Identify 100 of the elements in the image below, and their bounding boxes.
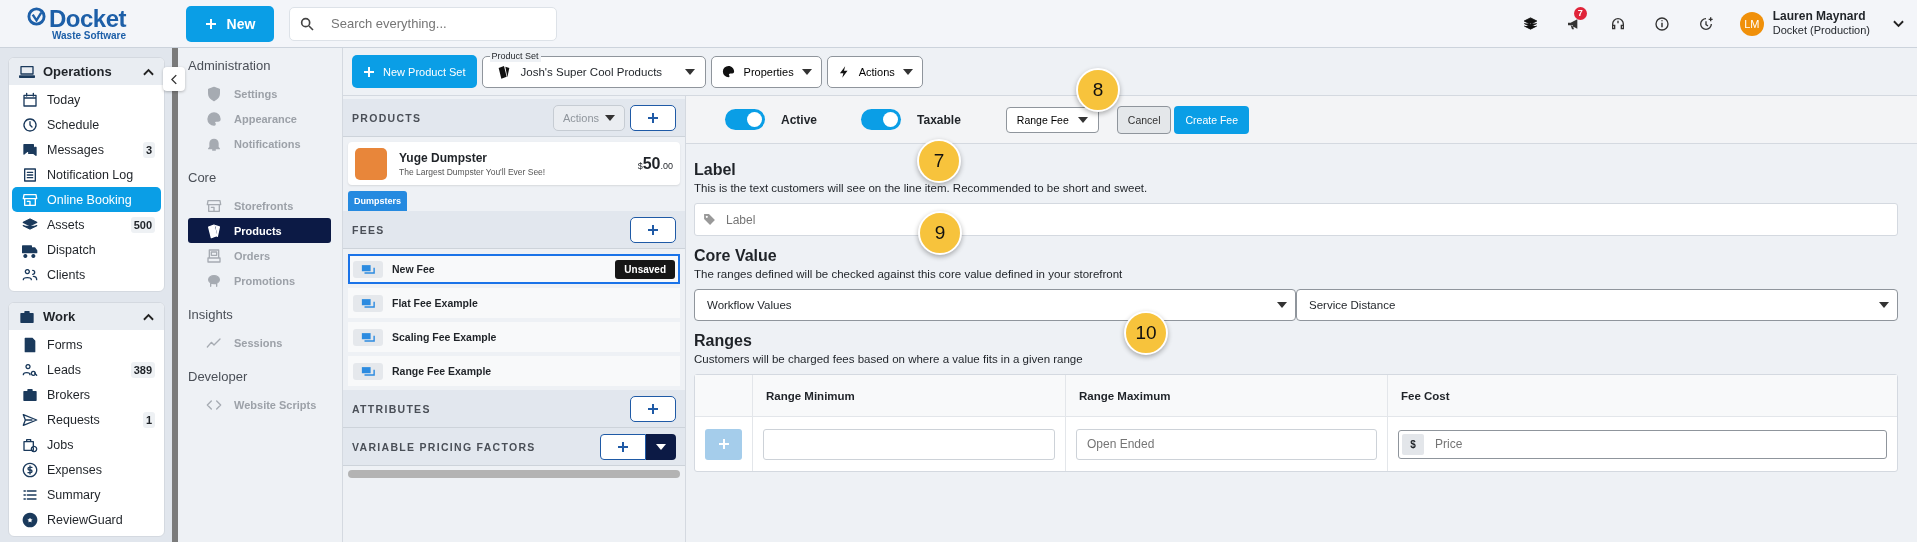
chevron-icon	[143, 67, 154, 76]
fee-item[interactable]: New Fee Unsaved	[348, 254, 680, 284]
nav-item[interactable]: Assets 500	[12, 212, 161, 237]
layers-icon[interactable]	[1522, 16, 1538, 31]
add-button[interactable]	[630, 395, 676, 422]
user-name: Lauren Maynard	[1772, 10, 1867, 25]
clock-icon	[22, 116, 38, 133]
product-description: The Largest Dumpster You'll Ever See!	[399, 166, 547, 177]
add-button[interactable]	[630, 216, 676, 243]
product-image-placeholder	[355, 147, 387, 180]
nav-item[interactable]: Brokers	[12, 382, 161, 407]
fee-item[interactable]: Flat Fee Example	[348, 288, 680, 318]
section-description: This is the text customers will see on the line item. Recommended to be short and sweet.	[694, 182, 1148, 194]
nav-item[interactable]: Dispatch	[12, 237, 161, 262]
add-button[interactable]	[630, 104, 676, 131]
column-header: Range Maximum	[1065, 375, 1387, 417]
chat-icon	[22, 141, 38, 158]
fee-type-dropdown[interactable]: Range Fee	[1005, 106, 1099, 133]
tag-icon	[703, 213, 716, 226]
calendar-icon	[22, 91, 38, 108]
palette-icon	[206, 110, 222, 127]
count-badge: 500	[130, 216, 155, 233]
info-icon[interactable]	[1653, 15, 1670, 32]
user-organization: Docket (Production)	[1772, 24, 1870, 37]
category-tag[interactable]: Dumpsters	[348, 191, 407, 211]
section-description: Customers will be charged fees based on where a value fits in a given range	[694, 353, 1083, 365]
nav-group-header[interactable]: Operations	[9, 58, 164, 85]
product-card[interactable]: Yuge Dumpster The Largest Dumpster You'll Ever See! $50.00	[348, 142, 680, 185]
layers-icon	[22, 216, 38, 233]
section-heading: Developer	[188, 369, 249, 384]
nav-item[interactable]: Today	[12, 87, 161, 112]
select-field[interactable]: Service Distance	[1296, 289, 1898, 321]
count-badge: 1	[142, 411, 155, 428]
count-badge: 389	[130, 361, 155, 378]
scrollbar[interactable]	[348, 470, 680, 478]
range-maximum-field[interactable]: Open Ended	[1076, 428, 1377, 460]
clock-plus-icon[interactable]	[1697, 15, 1714, 32]
case-clock-icon	[22, 436, 38, 453]
toggle-switch[interactable]	[861, 109, 902, 130]
step-marker: 7	[917, 139, 961, 183]
section-title: FEES	[352, 223, 386, 236]
search-field[interactable]: Search everything...	[289, 6, 557, 41]
avatar: LM	[1739, 11, 1764, 36]
section-heading: Administration	[188, 58, 272, 73]
add-button[interactable]	[600, 433, 646, 460]
plus-icon	[617, 440, 629, 453]
nav-item[interactable]: Jobs	[12, 432, 161, 457]
nav-item[interactable]: Summary	[12, 482, 161, 507]
cancel-button[interactable]: Cancel	[1116, 105, 1172, 134]
logo-name: Docket	[49, 6, 127, 31]
plus-icon	[204, 17, 217, 30]
collapse-button[interactable]	[163, 67, 185, 91]
caret-icon	[1077, 116, 1088, 123]
range-minimum-field[interactable]	[763, 428, 1055, 460]
fee-icon	[353, 362, 383, 380]
nav-item[interactable]: Forms	[12, 332, 161, 357]
dollar-icon	[22, 461, 38, 478]
toggle-switch[interactable]	[725, 109, 765, 130]
section-title: ATTRIBUTES	[352, 402, 432, 415]
nav-item[interactable]: ReviewGuard	[12, 507, 161, 532]
product-name: Yuge Dumpster	[399, 150, 489, 165]
nav-group-header[interactable]: Work	[9, 303, 164, 330]
nav-item[interactable]: Notification Log	[12, 162, 161, 187]
section-heading: Insights	[188, 307, 234, 322]
nav-item[interactable]: Messages 3	[12, 137, 161, 162]
properties-button[interactable]: Properties	[710, 55, 822, 88]
plus-icon	[647, 111, 659, 124]
nav-item[interactable]: Leads 389	[12, 357, 161, 382]
nav-item[interactable]: Clients	[12, 262, 161, 287]
select-field[interactable]: Workflow Values	[694, 289, 1296, 321]
nav-item[interactable]: Requests 1	[12, 407, 161, 432]
nav-item[interactable]: Expenses	[12, 457, 161, 482]
plus-icon	[363, 65, 375, 78]
nav-item[interactable]: Schedule	[12, 112, 161, 137]
send-icon	[22, 411, 38, 428]
fee-icon	[353, 260, 383, 278]
logo-tagline: Waste Software	[51, 30, 127, 41]
user-menu[interactable]: LM Lauren Maynard Docket (Production)	[1739, 10, 1904, 37]
store-icon	[22, 191, 38, 208]
dropdown-button[interactable]	[646, 433, 676, 460]
caret-icon	[684, 68, 695, 75]
settings-nav-item[interactable]: Products	[188, 218, 331, 243]
caret-icon	[1277, 302, 1287, 308]
caret-icon	[656, 443, 666, 450]
headset-icon[interactable]	[1609, 15, 1626, 32]
toggle-label: Active	[781, 112, 818, 127]
document-icon	[22, 336, 38, 353]
count-badge: 3	[142, 141, 155, 158]
status-badge: Unsaved	[615, 259, 675, 279]
star-icon	[22, 511, 38, 528]
fee-icon	[353, 328, 383, 346]
fee-item[interactable]: Range Fee Example	[348, 356, 680, 386]
caret-icon	[801, 68, 812, 75]
store-icon	[206, 197, 222, 214]
briefcase-icon	[19, 308, 35, 325]
fee-item[interactable]: Scaling Fee Example	[348, 322, 680, 352]
plus-icon	[647, 402, 659, 415]
actions-button[interactable]: Actions	[826, 55, 923, 88]
section-heading: Core	[188, 170, 218, 185]
section-title: PRODUCTS	[352, 111, 423, 124]
